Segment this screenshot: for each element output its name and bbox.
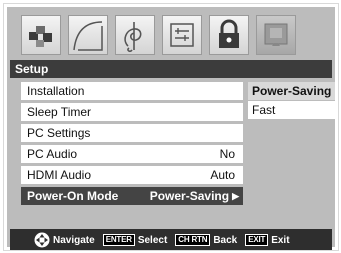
menu-item-label: Sleep Timer bbox=[27, 105, 92, 119]
submenu-option-power-saving[interactable]: Power-Saving bbox=[248, 82, 335, 100]
lock-icon[interactable] bbox=[209, 15, 249, 55]
help-bar: Navigate ENTER Select CH RTN Back EXIT E… bbox=[10, 229, 332, 250]
menu-item-label: Power-On Mode bbox=[27, 189, 119, 203]
menu-item-label: PC Audio bbox=[27, 147, 78, 161]
menu-title: Setup bbox=[15, 62, 49, 76]
power-on-submenu: Power-Saving Fast bbox=[248, 82, 335, 120]
menu-title-bar: Setup bbox=[10, 60, 332, 78]
menu-item-value: Auto bbox=[210, 168, 235, 182]
help-bar-content: Navigate ENTER Select CH RTN Back EXIT E… bbox=[34, 232, 298, 248]
menu-screen: Setup Installation Sleep Timer PC Settin… bbox=[7, 7, 335, 250]
tv-menu-frame: Setup Installation Sleep Timer PC Settin… bbox=[3, 3, 339, 251]
menu-item-label: HDMI Audio bbox=[27, 168, 92, 182]
menu-item-label: Installation bbox=[27, 84, 85, 98]
submenu-option-fast[interactable]: Fast bbox=[248, 101, 335, 119]
menu-item-power-on-mode[interactable]: Power-On Mode Power-Saving ▶ bbox=[21, 187, 243, 205]
menu-item-installation[interactable]: Installation bbox=[21, 82, 243, 100]
menu-item-sleep-timer[interactable]: Sleep Timer bbox=[21, 103, 243, 121]
menu-item-value-wrap: Power-Saving ▶ bbox=[150, 187, 239, 205]
music-icon[interactable] bbox=[115, 15, 155, 55]
menu-item-value: Power-Saving bbox=[149, 189, 230, 203]
menu-item-value: No bbox=[219, 147, 235, 161]
setup-icon[interactable] bbox=[256, 15, 296, 55]
ch-rtn-key-icon: CH RTN bbox=[175, 234, 211, 246]
menu-item-label: PC Settings bbox=[27, 126, 91, 140]
submenu-arrow-icon: ▶ bbox=[232, 191, 239, 201]
preferences-icon[interactable] bbox=[162, 15, 202, 55]
setup-menu: Installation Sleep Timer PC Settings PC … bbox=[21, 82, 243, 208]
navigate-label: Navigate bbox=[53, 234, 95, 246]
picture-icon[interactable] bbox=[21, 15, 61, 55]
back-label: Back bbox=[213, 234, 238, 246]
enter-key-icon: ENTER bbox=[102, 234, 135, 246]
exit-key-icon: EXIT bbox=[245, 234, 269, 246]
menu-item-hdmi-audio[interactable]: HDMI Audio Auto bbox=[21, 166, 243, 184]
select-label: Select bbox=[137, 234, 168, 246]
dpad-icon bbox=[34, 232, 50, 248]
menu-item-pc-audio[interactable]: PC Audio No bbox=[21, 145, 243, 163]
audio-icon[interactable] bbox=[68, 15, 108, 55]
menu-item-pc-settings[interactable]: PC Settings bbox=[21, 124, 243, 142]
exit-label: Exit bbox=[271, 234, 290, 246]
